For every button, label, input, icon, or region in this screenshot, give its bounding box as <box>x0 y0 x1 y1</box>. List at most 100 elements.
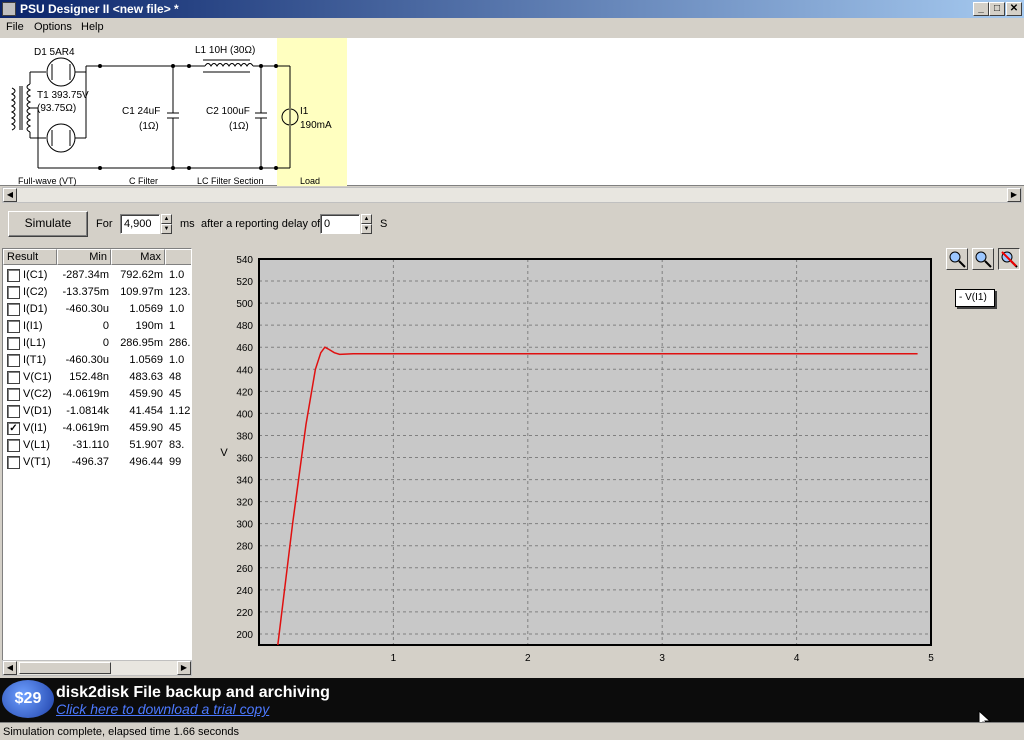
row-min: -496.37 <box>71 456 109 468</box>
results-scroll-right-icon[interactable]: ▶ <box>177 661 191 675</box>
table-row[interactable]: V(L1) -31.110 51.907 83. <box>3 437 191 454</box>
row-checkbox[interactable] <box>7 354 20 367</box>
row-checkbox[interactable]: ✓ <box>7 422 20 435</box>
status-text: Simulation complete, elapsed time 1.66 s… <box>3 726 240 738</box>
duration-down-icon[interactable]: ▼ <box>161 224 172 234</box>
zoom-in-icon[interactable] <box>946 248 968 270</box>
row-extra: 83. <box>169 439 185 451</box>
row-checkbox[interactable] <box>7 320 20 333</box>
price-badge: $29 <box>2 680 54 718</box>
table-row[interactable]: I(C2) -13.375m 109.97m 123. <box>3 284 191 301</box>
delay-unit: S <box>380 218 388 230</box>
results-scrollbar[interactable]: ◀ ▶ <box>2 660 192 676</box>
y-tick-label: 220 <box>236 608 253 619</box>
delay-up-icon[interactable]: ▲ <box>361 214 372 224</box>
table-row[interactable]: V(C2) -4.0619m 459.90 45 <box>3 386 191 403</box>
label-t1: T1 393.75V <box>37 90 89 101</box>
section-lc-filter: LC Filter Section <box>197 176 264 186</box>
schematic-panel[interactable]: D1 5AR4 T1 393.75V (93.75Ω) L1 10H (30Ω)… <box>0 38 1024 186</box>
x-tick-label: 1 <box>391 653 397 664</box>
row-checkbox[interactable] <box>7 269 20 282</box>
scroll-left-arrow-icon[interactable]: ◀ <box>3 188 17 202</box>
table-row[interactable]: V(T1) -496.37 496.44 99 <box>3 454 191 471</box>
table-row[interactable]: I(I1) 0 190m 1 <box>3 318 191 335</box>
table-row[interactable]: V(C1) 152.48n 483.63 48 <box>3 369 191 386</box>
circuit-nodes <box>98 64 278 170</box>
row-max: 190m <box>135 320 163 332</box>
table-row[interactable]: I(T1) -460.30u 1.0569 1.0 <box>3 352 191 369</box>
title-bar: PSU Designer II <new file> * _ □ ✕ <box>0 0 1024 18</box>
row-extra: 45 <box>169 422 182 434</box>
menu-bar: File Options Help <box>0 18 1024 38</box>
row-extra: 1 <box>169 320 176 332</box>
row-max: 286.95m <box>120 337 163 349</box>
label-c1-esr: (1Ω) <box>139 121 159 132</box>
chart-panel: 200 220 240 260 280 300 320 340 360 380 400 420 440 4… <box>196 246 1022 676</box>
menu-options[interactable]: Options <box>34 21 72 33</box>
row-min: -4.0619m <box>62 422 109 434</box>
row-name: V(D1) <box>23 405 52 417</box>
row-min: -460.30u <box>65 303 109 315</box>
header-max[interactable]: Max <box>111 249 165 265</box>
trial-download-link[interactable]: Click here to download a trial copy <box>56 701 269 717</box>
schematic-scrollbar[interactable]: ◀ ▶ <box>2 187 1022 203</box>
delay-input[interactable] <box>320 214 360 234</box>
chart-legend: - V(I1) <box>955 289 995 307</box>
y-tick-label: 200 <box>236 630 253 641</box>
row-max: 41.454 <box>129 405 163 417</box>
row-checkbox[interactable] <box>7 388 20 401</box>
close-button[interactable]: ✕ <box>1006 2 1022 16</box>
row-extra: 286. <box>169 337 191 349</box>
duration-up-icon[interactable]: ▲ <box>161 214 172 224</box>
app-icon <box>2 2 16 16</box>
row-extra: 45 <box>169 388 182 400</box>
scroll-right-arrow-icon[interactable]: ▶ <box>1007 188 1021 202</box>
row-checkbox[interactable] <box>7 371 20 384</box>
row-extra: 1.0 <box>169 269 185 281</box>
simulate-button[interactable]: Simulate <box>8 211 88 237</box>
y-tick-label: 240 <box>236 586 253 597</box>
zoom-reset-icon[interactable] <box>998 248 1020 270</box>
row-name: I(D1) <box>23 303 48 315</box>
duration-unit: ms <box>180 218 195 230</box>
table-row[interactable]: I(D1) -460.30u 1.0569 1.0 <box>3 301 191 318</box>
y-tick-label: 360 <box>236 454 253 465</box>
row-min: -13.375m <box>62 286 109 298</box>
voltage-chart[interactable]: 200 220 240 260 280 300 320 340 360 380 400 420 440 4… <box>196 246 1022 676</box>
row-checkbox[interactable] <box>7 286 20 299</box>
row-name: I(C2) <box>23 286 48 298</box>
table-row[interactable]: ✓ V(I1) -4.0619m 459.90 45 <box>3 420 191 437</box>
row-name: I(I1) <box>23 320 43 332</box>
maximize-button[interactable]: □ <box>989 2 1005 16</box>
duration-input[interactable] <box>120 214 160 234</box>
label-d1: D1 5AR4 <box>34 47 75 58</box>
table-row[interactable]: I(L1) 0 286.95m 286. <box>3 335 191 352</box>
y-tick-label: 400 <box>236 409 253 420</box>
table-row[interactable]: V(D1) -1.0814k 41.454 1.12 <box>3 403 191 420</box>
row-checkbox[interactable] <box>7 405 20 418</box>
menu-file[interactable]: File <box>6 21 24 33</box>
row-checkbox[interactable] <box>7 456 20 469</box>
ad-banner[interactable]: $29 disk2disk File backup and archiving … <box>0 678 1024 730</box>
section-c-filter: C Filter <box>129 176 158 186</box>
table-row[interactable]: I(C1) -287.34m 792.62m 1.0 <box>3 267 191 284</box>
row-max: 1.0569 <box>129 354 163 366</box>
row-checkbox[interactable] <box>7 303 20 316</box>
y-tick-label: 340 <box>236 476 253 487</box>
row-checkbox[interactable] <box>7 439 20 452</box>
header-min[interactable]: Min <box>57 249 111 265</box>
menu-help[interactable]: Help <box>81 21 104 33</box>
row-min: -4.0619m <box>62 388 109 400</box>
minimize-button[interactable]: _ <box>973 2 989 16</box>
results-scroll-thumb[interactable] <box>19 662 111 674</box>
y-tick-label: 460 <box>236 343 253 354</box>
delay-down-icon[interactable]: ▼ <box>361 224 372 234</box>
window-title: PSU Designer II <new file> * <box>20 2 179 16</box>
zoom-out-icon[interactable] <box>972 248 994 270</box>
row-extra: 48 <box>169 371 182 383</box>
results-list[interactable]: Result Min Max I(C1) -287.34m 792.62m 1.0 I(… <box>2 248 192 674</box>
results-scroll-left-icon[interactable]: ◀ <box>3 661 17 675</box>
row-checkbox[interactable] <box>7 337 20 350</box>
header-extra[interactable] <box>165 249 191 265</box>
header-result[interactable]: Result <box>3 249 57 265</box>
